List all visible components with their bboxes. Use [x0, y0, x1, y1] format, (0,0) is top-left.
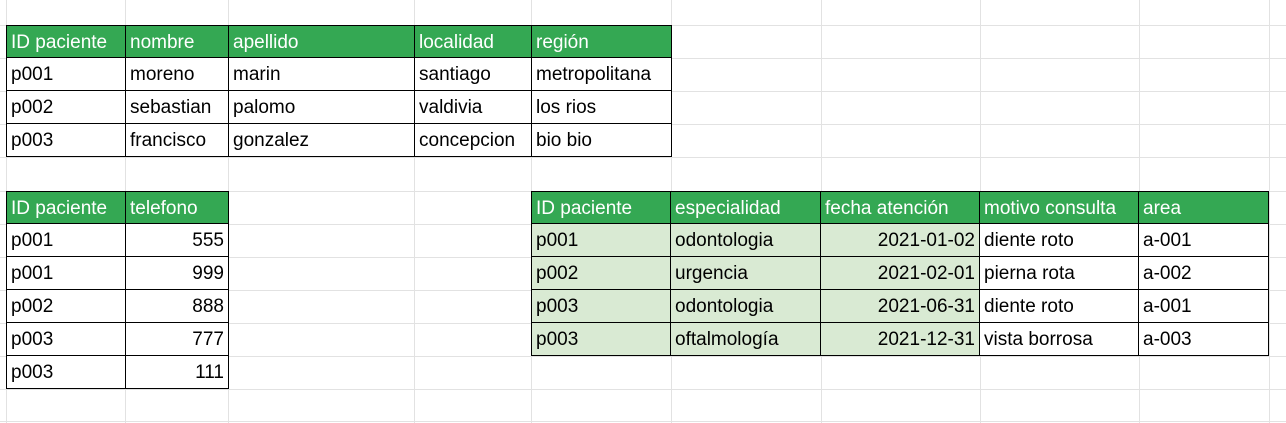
header-cell[interactable]: nombre — [126, 25, 229, 58]
cell[interactable]: vista borrosa — [980, 323, 1139, 356]
cell[interactable]: p003 — [531, 323, 671, 356]
cell[interactable]: oftalmología — [671, 323, 821, 356]
header-cell[interactable]: región — [532, 25, 672, 58]
cell[interactable]: p001 — [6, 224, 126, 257]
cell[interactable]: p002 — [6, 290, 126, 323]
cell[interactable]: 999 — [126, 257, 229, 290]
cell[interactable]: a-003 — [1139, 323, 1269, 356]
cell[interactable]: diente roto — [980, 224, 1139, 257]
header-cell[interactable]: localidad — [415, 25, 532, 58]
cell[interactable]: 2021-06-31 — [821, 290, 980, 323]
cell[interactable]: palomo — [229, 91, 415, 124]
cell[interactable]: 555 — [126, 224, 229, 257]
cell[interactable]: a-001 — [1139, 224, 1269, 257]
cell[interactable]: 2021-12-31 — [821, 323, 980, 356]
cell[interactable]: odontologia — [671, 290, 821, 323]
header-cell[interactable]: ID paciente — [6, 191, 126, 224]
cell[interactable]: p001 — [6, 257, 126, 290]
cell[interactable]: metropolitana — [532, 58, 672, 91]
cell[interactable]: valdivia — [415, 91, 532, 124]
cell[interactable]: p003 — [6, 323, 126, 356]
cell[interactable]: a-001 — [1139, 290, 1269, 323]
cell[interactable]: 2021-02-01 — [821, 257, 980, 290]
cell[interactable]: 777 — [126, 323, 229, 356]
header-cell[interactable]: especialidad — [671, 191, 821, 224]
cell[interactable]: los rios — [532, 91, 672, 124]
cell[interactable]: a-002 — [1139, 257, 1269, 290]
header-cell[interactable]: telefono — [126, 191, 229, 224]
cell[interactable]: p003 — [6, 356, 126, 389]
cell[interactable]: urgencia — [671, 257, 821, 290]
cell[interactable]: 111 — [126, 356, 229, 389]
cell[interactable]: p002 — [6, 91, 126, 124]
cell[interactable]: marin — [229, 58, 415, 91]
cell[interactable]: p003 — [6, 124, 126, 157]
header-cell[interactable]: area — [1139, 191, 1269, 224]
cell[interactable]: p003 — [531, 290, 671, 323]
header-cell[interactable]: fecha atención — [821, 191, 980, 224]
cell[interactable]: pierna rota — [980, 257, 1139, 290]
cell[interactable]: bio bio — [532, 124, 672, 157]
cell[interactable]: p002 — [531, 257, 671, 290]
cell[interactable]: 2021-01-02 — [821, 224, 980, 257]
header-cell[interactable]: motivo consulta — [980, 191, 1139, 224]
cell[interactable]: concepcion — [415, 124, 532, 157]
cell[interactable]: sebastian — [126, 91, 229, 124]
cell[interactable]: francisco — [126, 124, 229, 157]
cell[interactable]: 888 — [126, 290, 229, 323]
header-cell[interactable]: ID paciente — [531, 191, 671, 224]
header-cell[interactable]: apellido — [229, 25, 415, 58]
cell[interactable]: santiago — [415, 58, 532, 91]
cell[interactable]: moreno — [126, 58, 229, 91]
cell[interactable]: gonzalez — [229, 124, 415, 157]
cell[interactable]: p001 — [531, 224, 671, 257]
cell[interactable]: diente roto — [980, 290, 1139, 323]
cell[interactable]: odontologia — [671, 224, 821, 257]
header-cell[interactable]: ID paciente — [6, 25, 126, 58]
cell[interactable]: p001 — [6, 58, 126, 91]
